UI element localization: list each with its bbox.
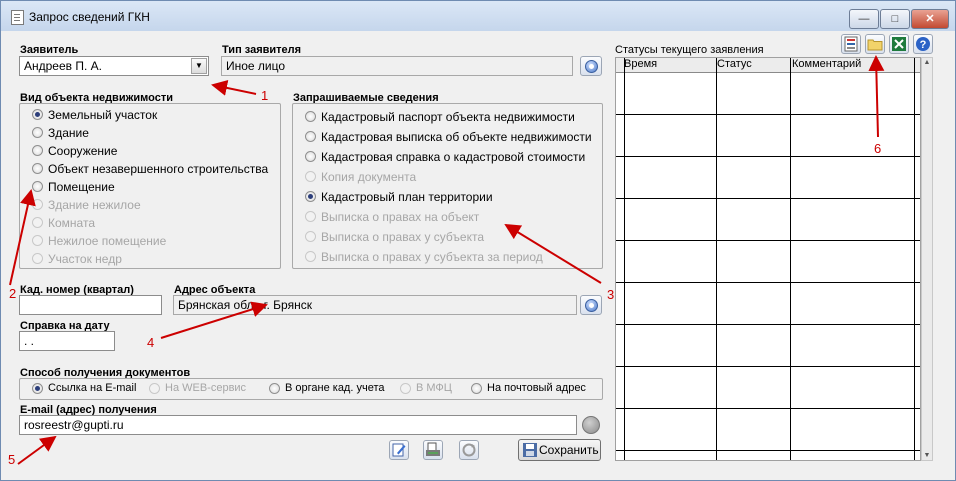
arrow-6 — [868, 55, 885, 138]
arrow-5 — [17, 435, 57, 465]
annotation-arrows — [9, 55, 885, 465]
arrow-3 — [504, 223, 602, 284]
annotation-label: 5 — [8, 452, 16, 467]
annotation-label: 3 — [607, 287, 615, 302]
annotation-label: 6 — [874, 141, 882, 156]
arrow-1 — [211, 80, 257, 96]
annotation-label: 1 — [261, 88, 269, 103]
request-window: Запрос сведений ГКН — □ ✕ Заявитель Андр… — [0, 0, 956, 481]
annotation-label: 2 — [9, 286, 17, 301]
arrow-2 — [9, 189, 36, 286]
arrow-4 — [160, 301, 268, 339]
annotation-label: 4 — [147, 335, 155, 350]
